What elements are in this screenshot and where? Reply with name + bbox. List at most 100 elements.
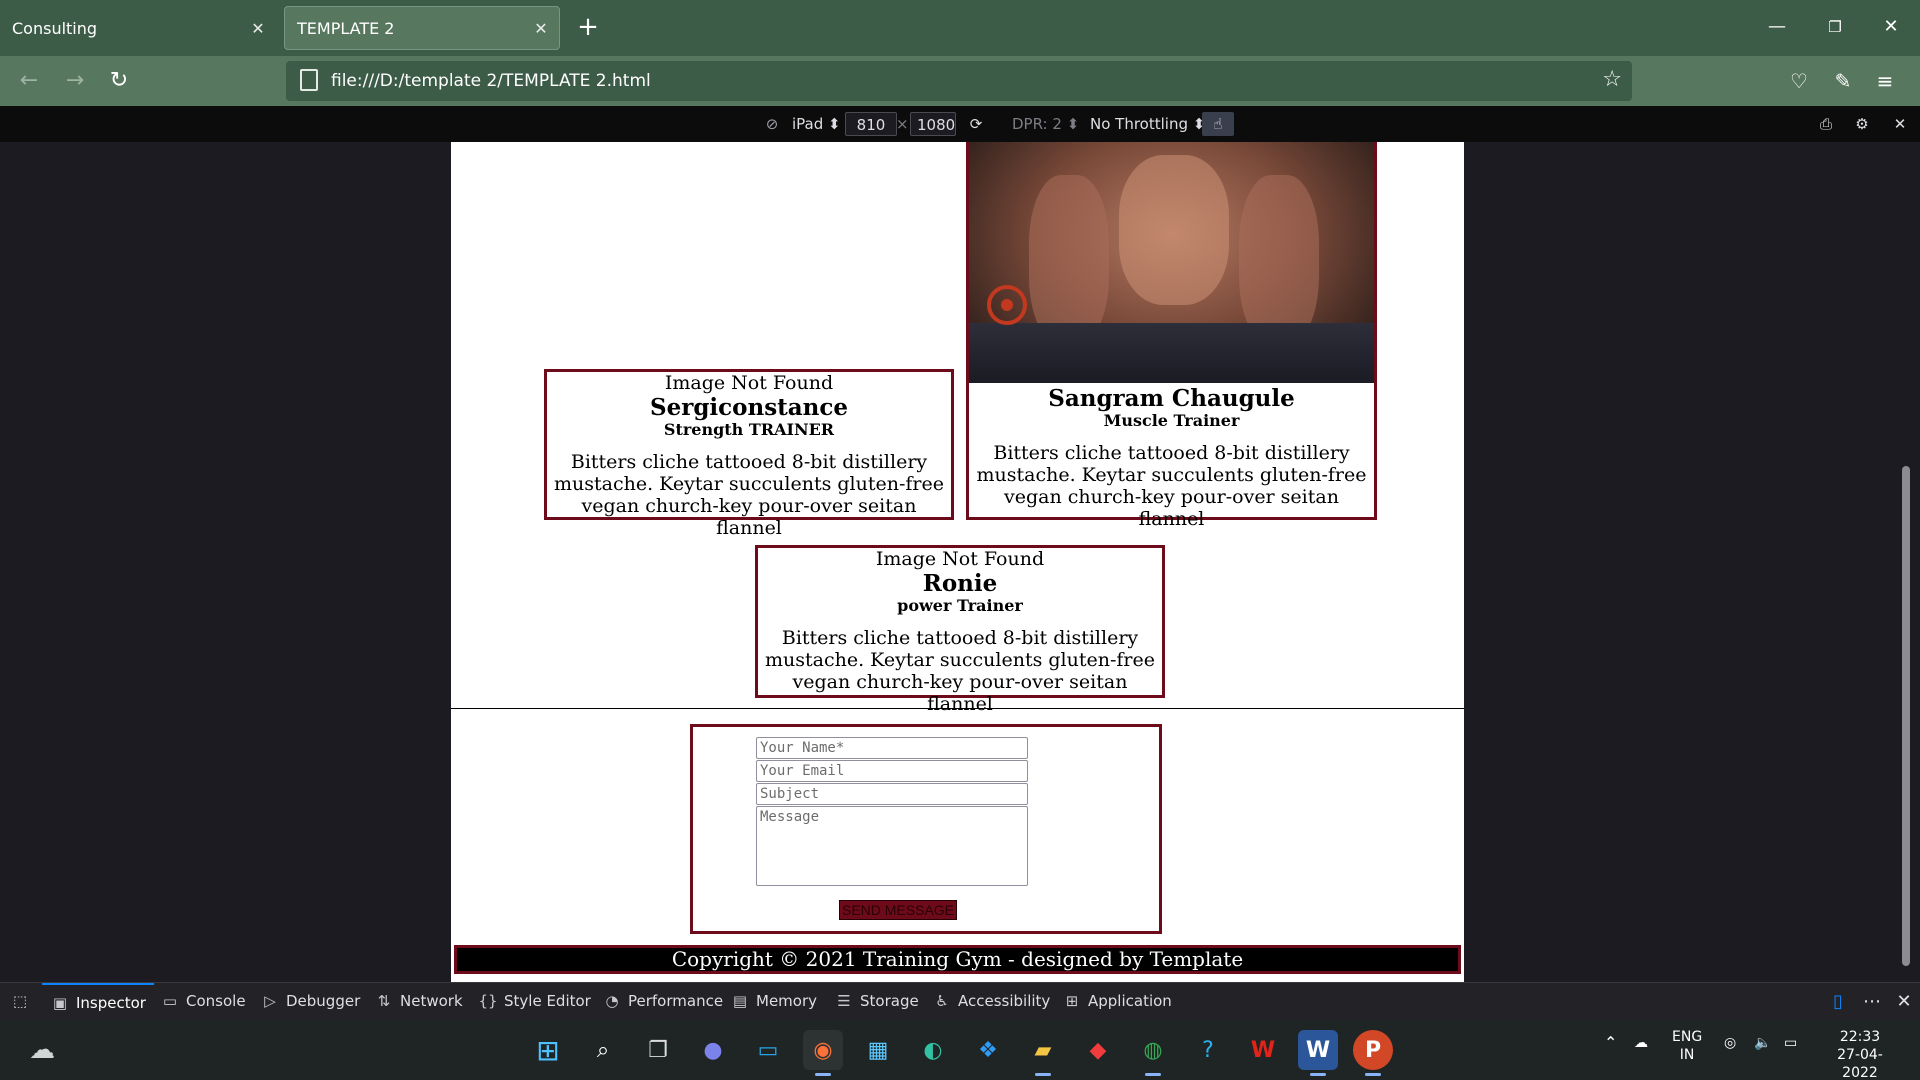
dropbox-icon[interactable]: ❖ bbox=[968, 1030, 1008, 1070]
responsive-mode-icon[interactable]: ▯ bbox=[1824, 989, 1852, 1015]
close-tab-icon[interactable]: ✕ bbox=[523, 19, 559, 38]
responsive-design-toolbar: ⊘ iPad ⬍ 810 × 1080 ⟳ DPR: 2 ⬍ No Thrott… bbox=[0, 106, 1920, 142]
url-bar[interactable]: file:///D:/template 2/TEMPLATE 2.html ☆ bbox=[286, 61, 1632, 101]
trainer-description: Bitters cliche tattooed 8-bit distillery… bbox=[764, 627, 1156, 715]
tab-storage[interactable]: ☰ Storage bbox=[834, 983, 919, 1020]
close-rdm-icon[interactable]: ✕ bbox=[1888, 112, 1912, 136]
url-text[interactable]: file:///D:/template 2/TEMPLATE 2.html bbox=[331, 71, 651, 91]
device-selector[interactable]: iPad ⬍ bbox=[792, 112, 841, 136]
screenshot-icon[interactable]: ⎙ bbox=[1814, 112, 1838, 136]
trainer-role: Muscle Trainer bbox=[1103, 411, 1240, 430]
trainer-role: power Trainer bbox=[897, 596, 1023, 615]
email-field[interactable]: Your Email bbox=[756, 760, 1028, 782]
trainer-description: Bitters cliche tattooed 8-bit distillery… bbox=[976, 442, 1367, 530]
element-picker-icon[interactable]: ⬚ bbox=[10, 983, 38, 1020]
settings-gear-icon[interactable]: ⚙ bbox=[1850, 112, 1874, 136]
trainer-name: Sergiconstance bbox=[649, 394, 849, 421]
storage-icon: ☰ bbox=[837, 992, 851, 1010]
eyedropper-icon[interactable]: ✎ bbox=[1828, 66, 1858, 96]
desktop-icon[interactable]: ▭ bbox=[748, 1030, 788, 1070]
dimension-separator: × bbox=[896, 115, 909, 133]
dpr-selector[interactable]: DPR: 2 ⬍ bbox=[1012, 112, 1079, 136]
anydesk-icon[interactable]: ◆ bbox=[1078, 1030, 1118, 1070]
tab-console[interactable]: ▭ Console bbox=[160, 983, 246, 1020]
chevron-up-icon[interactable]: ⌃ bbox=[1604, 1034, 1617, 1052]
wps-icon[interactable]: W bbox=[1243, 1030, 1283, 1070]
copyright-footer: Copyright © 2021 Training Gym - designed… bbox=[454, 945, 1461, 974]
accessibility-icon: ♿ bbox=[935, 992, 949, 1010]
firefox-icon[interactable]: ◉ bbox=[803, 1030, 843, 1076]
tab-style-editor[interactable]: {} Style Editor bbox=[478, 983, 591, 1020]
subject-field[interactable]: Subject bbox=[756, 783, 1028, 805]
forward-button[interactable]: → bbox=[58, 64, 92, 98]
more-options-icon[interactable]: ⋯ bbox=[1858, 989, 1886, 1015]
viewport-scrollbar[interactable] bbox=[1900, 142, 1912, 982]
tab-label: Storage bbox=[860, 992, 919, 1010]
send-message-button[interactable]: SEND MESSAGE bbox=[839, 900, 957, 920]
trainer-name: Ronie bbox=[922, 570, 998, 597]
tab-application[interactable]: ⊞ Application bbox=[1062, 983, 1172, 1020]
file-explorer-icon[interactable]: ▰ bbox=[1023, 1030, 1063, 1076]
restore-button[interactable]: ❐ bbox=[1812, 8, 1858, 46]
back-button[interactable]: ← bbox=[12, 64, 46, 98]
task-view-icon[interactable]: ❐ bbox=[638, 1030, 678, 1070]
message-field[interactable]: Message bbox=[756, 806, 1028, 886]
tab-label: Debugger bbox=[286, 992, 361, 1010]
minimize-button[interactable]: — bbox=[1754, 8, 1800, 46]
style-editor-icon: {} bbox=[478, 992, 498, 1010]
powerpoint-icon[interactable]: P bbox=[1353, 1030, 1393, 1076]
tab-accessibility[interactable]: ♿ Accessibility bbox=[932, 983, 1050, 1020]
tab-performance[interactable]: ◔ Performance bbox=[602, 983, 723, 1020]
weather-icon[interactable]: ☁ bbox=[22, 1030, 62, 1070]
network-icon[interactable]: ◎ bbox=[1724, 1034, 1736, 1052]
tab-debugger[interactable]: ▷ Debugger bbox=[260, 983, 360, 1020]
close-window-button[interactable]: ✕ bbox=[1868, 8, 1914, 46]
inspector-icon: ▣ bbox=[52, 994, 68, 1012]
reload-button[interactable]: ↻ bbox=[102, 64, 136, 98]
battery-icon[interactable]: ▭ bbox=[1784, 1034, 1797, 1052]
pocket-icon[interactable]: ♡ bbox=[1784, 66, 1814, 96]
store-icon[interactable]: ▦ bbox=[858, 1030, 898, 1070]
tab-label: Inspector bbox=[76, 994, 146, 1012]
trainer-role: Strength TRAINER bbox=[663, 420, 835, 439]
clock[interactable]: 22:33 27-04-2022 bbox=[1820, 1028, 1900, 1080]
tab-inspector[interactable]: ▣ Inspector bbox=[42, 983, 154, 1020]
debugger-icon: ▷ bbox=[264, 992, 276, 1010]
trainer-card: Sangram Chaugule Muscle Trainer Bitters … bbox=[966, 142, 1377, 530]
tab-memory[interactable]: ▤ Memory bbox=[730, 983, 817, 1020]
rotate-icon[interactable]: ⟳ bbox=[964, 112, 988, 136]
close-devtools-icon[interactable]: ✕ bbox=[1890, 989, 1918, 1015]
device-label: iPad bbox=[792, 115, 824, 133]
name-field[interactable]: Your Name* bbox=[756, 737, 1028, 759]
tab-label: Application bbox=[1088, 992, 1172, 1010]
help-icon[interactable]: ? bbox=[1188, 1030, 1228, 1070]
touch-simulation-icon[interactable]: ☝ bbox=[1202, 112, 1234, 136]
word-icon[interactable]: W bbox=[1298, 1030, 1338, 1076]
new-tab-button[interactable]: + bbox=[572, 12, 604, 44]
tab-consulting[interactable]: Consulting ✕ bbox=[0, 6, 276, 50]
chat-icon[interactable]: ● bbox=[693, 1030, 733, 1070]
viewport-width-input[interactable]: 810 bbox=[845, 112, 897, 136]
language-indicator[interactable]: ENG IN bbox=[1672, 1028, 1702, 1064]
time-label: 22:33 bbox=[1839, 1029, 1881, 1045]
onedrive-icon[interactable]: ☁ bbox=[1634, 1034, 1648, 1052]
edge-icon[interactable]: ◐ bbox=[913, 1030, 953, 1070]
bookmark-star-icon[interactable]: ☆ bbox=[1602, 67, 1622, 92]
throttling-selector[interactable]: No Throttling ⬍ bbox=[1090, 112, 1205, 136]
responsive-viewport: Image Not Found Sergiconstance Strength … bbox=[0, 142, 1920, 982]
close-tab-icon[interactable]: ✕ bbox=[240, 19, 276, 38]
trainer-description: Bitters cliche tattooed 8-bit distillery… bbox=[553, 451, 945, 539]
tab-template-2[interactable]: TEMPLATE 2 ✕ bbox=[284, 6, 560, 50]
tab-label: Style Editor bbox=[504, 992, 591, 1010]
tab-label: Memory bbox=[756, 992, 818, 1010]
windows-taskbar: ☁ ⊞ ⌕ ❐ ● ▭ ◉ ▦ ◐ ❖ ▰ ◆ ◍ ? W W P ⌃ ☁ EN… bbox=[0, 1020, 1920, 1080]
memory-icon: ▤ bbox=[732, 992, 748, 1010]
search-icon[interactable]: ⌕ bbox=[583, 1030, 623, 1070]
menu-icon[interactable]: ≡ bbox=[1870, 66, 1900, 96]
viewport-height-input[interactable]: 1080 bbox=[910, 112, 956, 136]
start-icon[interactable]: ⊞ bbox=[528, 1030, 568, 1070]
scrollbar-thumb[interactable] bbox=[1902, 466, 1910, 966]
tab-network[interactable]: ⇅ Network bbox=[374, 983, 463, 1020]
volume-icon[interactable]: 🔈 bbox=[1754, 1034, 1771, 1052]
chrome-icon[interactable]: ◍ bbox=[1133, 1030, 1173, 1076]
